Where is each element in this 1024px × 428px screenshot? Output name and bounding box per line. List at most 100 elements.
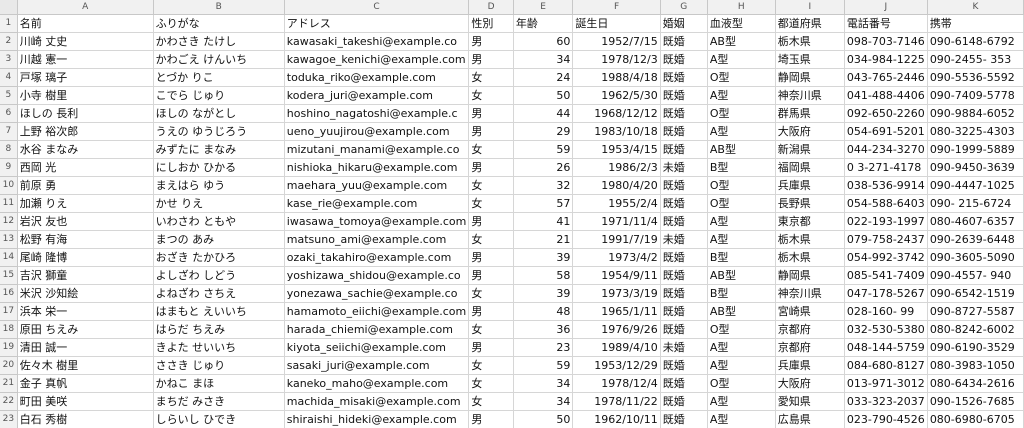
cell-g8[interactable]: 既婚 xyxy=(660,140,708,159)
cell-i3[interactable]: 埼玉県 xyxy=(775,50,845,69)
cell-k1[interactable]: 携帯 xyxy=(927,14,1024,33)
cell-a23[interactable]: 白石 秀樹 xyxy=(17,410,154,428)
column-header-d[interactable]: D xyxy=(468,0,514,15)
cell-g10[interactable]: 既婚 xyxy=(660,176,708,195)
cell-d1[interactable]: 性別 xyxy=(468,14,514,33)
cell-i14[interactable]: 栃木県 xyxy=(775,248,845,267)
cell-f16[interactable]: 1973/3/19 xyxy=(572,284,661,303)
row-number[interactable]: 13 xyxy=(0,230,18,249)
cell-h11[interactable]: O型 xyxy=(707,194,776,213)
cell-c19[interactable]: kiyota_seiichi@example.com xyxy=(284,338,470,357)
cell-c17[interactable]: hamamoto_eiichi@example.com xyxy=(284,302,470,321)
cell-b23[interactable]: しらいし ひでき xyxy=(153,410,285,428)
cell-k8[interactable]: 090-1999-5889 xyxy=(927,140,1024,159)
cell-c3[interactable]: kawagoe_kenichi@example.com xyxy=(284,50,470,69)
cell-d23[interactable]: 男 xyxy=(468,410,514,428)
cell-d14[interactable]: 男 xyxy=(468,248,514,267)
cell-c7[interactable]: ueno_yuujirou@example.com xyxy=(284,122,470,141)
cell-i5[interactable]: 神奈川県 xyxy=(775,86,845,105)
cell-j22[interactable]: 033-323-2037 xyxy=(844,392,928,411)
cell-j15[interactable]: 085-541-7409 xyxy=(844,266,928,285)
cell-j3[interactable]: 034-984-1225 xyxy=(844,50,928,69)
cell-g23[interactable]: 既婚 xyxy=(660,410,708,428)
cell-c8[interactable]: mizutani_manami@example.co xyxy=(284,140,470,159)
cell-j10[interactable]: 038-536-9914 xyxy=(844,176,928,195)
cell-k2[interactable]: 090-6148-6792 xyxy=(927,32,1024,51)
cell-i11[interactable]: 長野県 xyxy=(775,194,845,213)
row-number[interactable]: 11 xyxy=(0,194,18,213)
select-all-corner[interactable] xyxy=(0,0,18,15)
cell-j4[interactable]: 043-765-2446 xyxy=(844,68,928,87)
cell-f17[interactable]: 1965/1/11 xyxy=(572,302,661,321)
cell-a3[interactable]: 川越 憲一 xyxy=(17,50,154,69)
column-header-c[interactable]: C xyxy=(284,0,470,15)
cell-k16[interactable]: 090-6542-1519 xyxy=(927,284,1024,303)
cell-b1[interactable]: ふりがな xyxy=(153,14,285,33)
cell-g15[interactable]: 既婚 xyxy=(660,266,708,285)
cell-d12[interactable]: 男 xyxy=(468,212,514,231)
cell-h10[interactable]: O型 xyxy=(707,176,776,195)
cell-j13[interactable]: 079-758-2437 xyxy=(844,230,928,249)
cell-j1[interactable]: 電話番号 xyxy=(844,14,928,33)
cell-j12[interactable]: 022-193-1997 xyxy=(844,212,928,231)
cell-a16[interactable]: 米沢 沙知絵 xyxy=(17,284,154,303)
cell-j14[interactable]: 054-992-3742 xyxy=(844,248,928,267)
cell-i20[interactable]: 兵庫県 xyxy=(775,356,845,375)
cell-j20[interactable]: 084-680-8127 xyxy=(844,356,928,375)
cell-f20[interactable]: 1953/12/29 xyxy=(572,356,661,375)
cell-a19[interactable]: 清田 誠一 xyxy=(17,338,154,357)
cell-e2[interactable]: 60 xyxy=(513,32,574,51)
cell-i17[interactable]: 宮崎県 xyxy=(775,302,845,321)
cell-d16[interactable]: 女 xyxy=(468,284,514,303)
cell-i13[interactable]: 栃木県 xyxy=(775,230,845,249)
cell-h7[interactable]: A型 xyxy=(707,122,776,141)
cell-g16[interactable]: 既婚 xyxy=(660,284,708,303)
cell-f18[interactable]: 1976/9/26 xyxy=(572,320,661,339)
cell-a10[interactable]: 前原 勇 xyxy=(17,176,154,195)
cell-j6[interactable]: 092-650-2260 xyxy=(844,104,928,123)
cell-a2[interactable]: 川崎 丈史 xyxy=(17,32,154,51)
cell-h20[interactable]: A型 xyxy=(707,356,776,375)
cell-a6[interactable]: ほしの 長利 xyxy=(17,104,154,123)
cell-h6[interactable]: O型 xyxy=(707,104,776,123)
cell-f15[interactable]: 1954/9/11 xyxy=(572,266,661,285)
cell-i18[interactable]: 京都府 xyxy=(775,320,845,339)
cell-f21[interactable]: 1978/12/4 xyxy=(572,374,661,393)
row-number[interactable]: 1 xyxy=(0,14,18,33)
cell-b15[interactable]: よしざわ しどう xyxy=(153,266,285,285)
cell-g20[interactable]: 既婚 xyxy=(660,356,708,375)
cell-c23[interactable]: shiraishi_hideki@example.com xyxy=(284,410,470,428)
cell-j19[interactable]: 048-144-5759 xyxy=(844,338,928,357)
cell-f23[interactable]: 1962/10/11 xyxy=(572,410,661,428)
cell-k4[interactable]: 090-5536-5592 xyxy=(927,68,1024,87)
cell-k23[interactable]: 080-6980-6705 xyxy=(927,410,1024,428)
cell-e18[interactable]: 36 xyxy=(513,320,574,339)
column-header-i[interactable]: I xyxy=(775,0,845,15)
cell-e23[interactable]: 50 xyxy=(513,410,574,428)
cell-i16[interactable]: 神奈川県 xyxy=(775,284,845,303)
row-number[interactable]: 18 xyxy=(0,320,18,339)
cell-c5[interactable]: kodera_juri@example.com xyxy=(284,86,470,105)
row-number[interactable]: 5 xyxy=(0,86,18,105)
cell-e4[interactable]: 24 xyxy=(513,68,574,87)
cell-e3[interactable]: 34 xyxy=(513,50,574,69)
cell-b12[interactable]: いわさわ ともや xyxy=(153,212,285,231)
cell-i4[interactable]: 静岡県 xyxy=(775,68,845,87)
cell-f3[interactable]: 1978/12/3 xyxy=(572,50,661,69)
cell-e5[interactable]: 50 xyxy=(513,86,574,105)
cell-c4[interactable]: toduka_riko@example.com xyxy=(284,68,470,87)
cell-h22[interactable]: A型 xyxy=(707,392,776,411)
cell-b3[interactable]: かわごえ けんいち xyxy=(153,50,285,69)
data-grid[interactable]: ABCDEFGHIJK 1 名前 ふりがな アドレス 性別 年齢 誕生日 婚姻 血液型 都道府県電… xyxy=(0,0,1024,428)
cell-d3[interactable]: 男 xyxy=(468,50,514,69)
cell-e9[interactable]: 26 xyxy=(513,158,574,177)
row-number[interactable]: 21 xyxy=(0,374,18,393)
cell-a15[interactable]: 吉沢 獅童 xyxy=(17,266,154,285)
cell-g12[interactable]: 既婚 xyxy=(660,212,708,231)
row-number[interactable]: 10 xyxy=(0,176,18,195)
cell-a13[interactable]: 松野 有海 xyxy=(17,230,154,249)
cell-a9[interactable]: 西岡 光 xyxy=(17,158,154,177)
row-number[interactable]: 16 xyxy=(0,284,18,303)
cell-h23[interactable]: A型 xyxy=(707,410,776,428)
cell-i19[interactable]: 京都府 xyxy=(775,338,845,357)
